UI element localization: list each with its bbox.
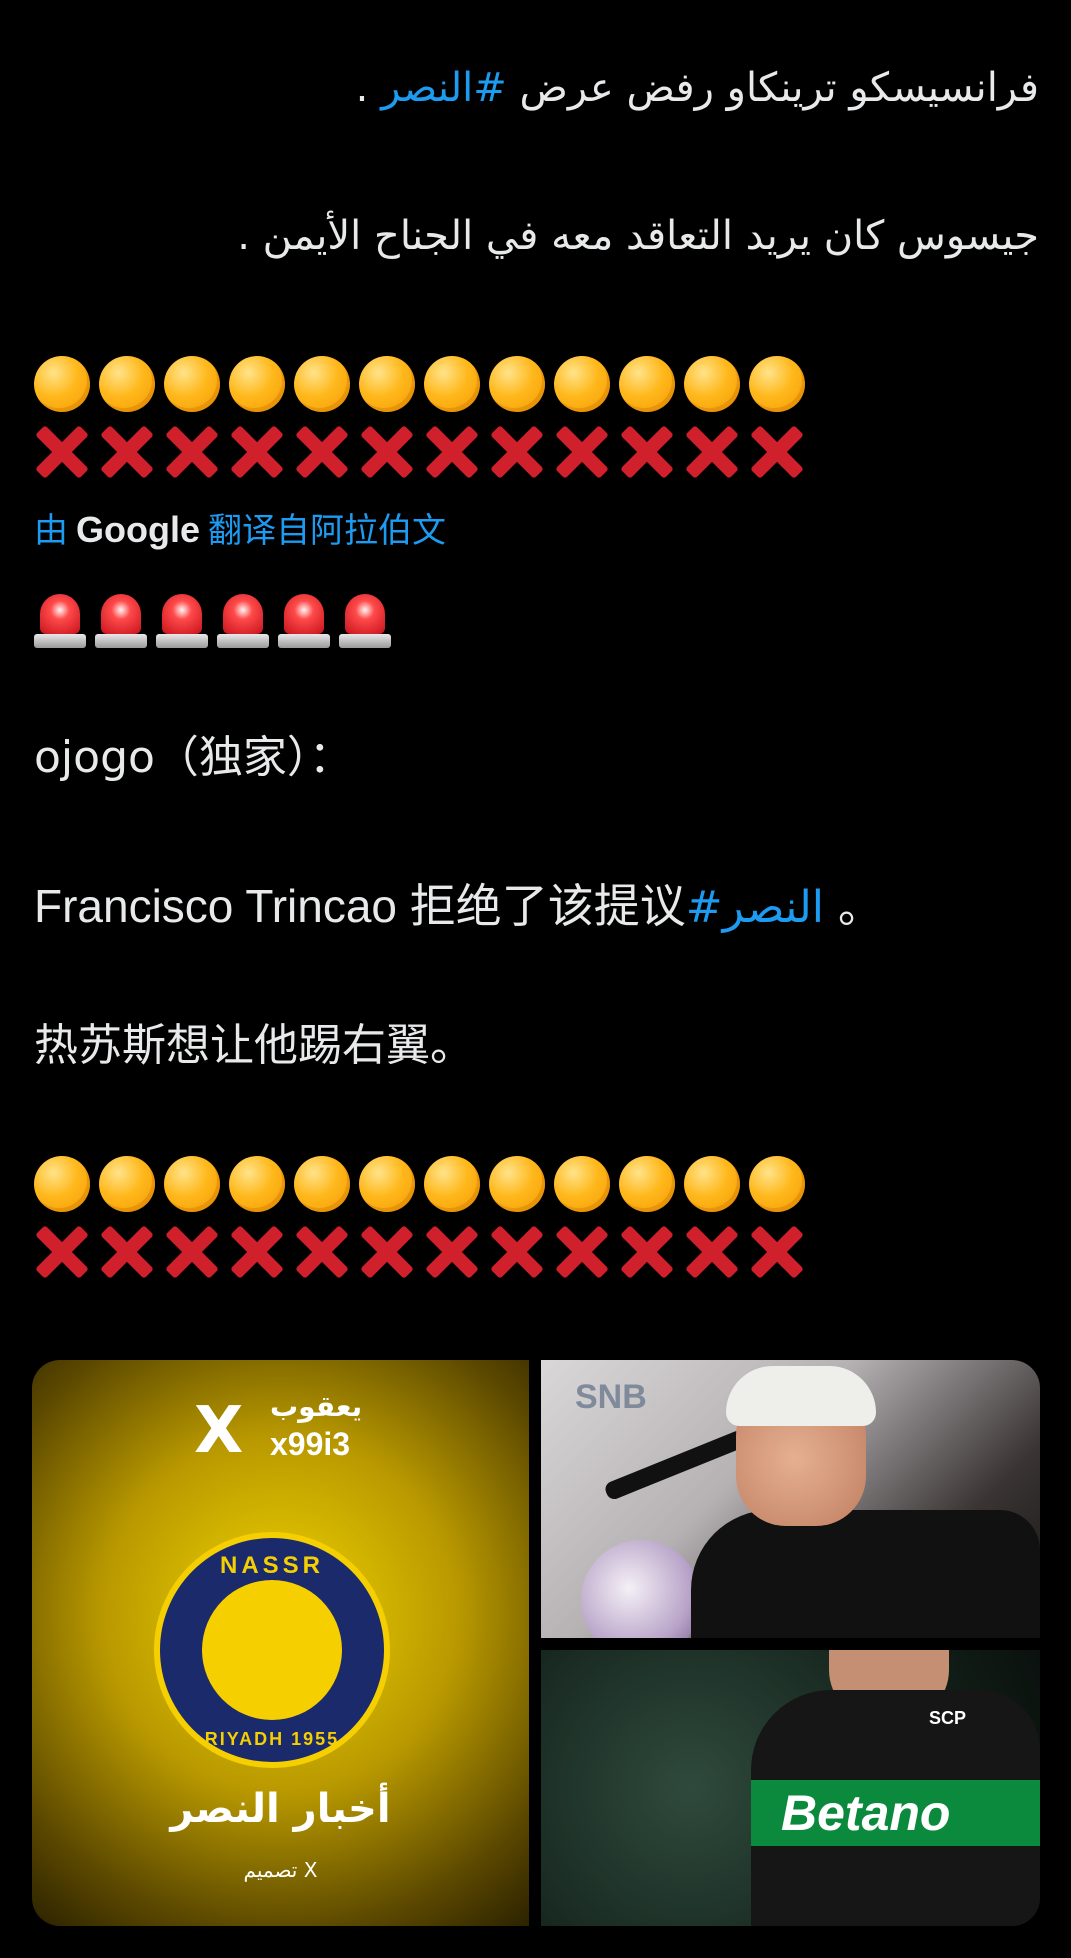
red-cross-icon — [424, 424, 480, 480]
brand-arabic-name: يعقوب — [270, 1390, 363, 1423]
translated-line2: 热苏斯想让他踢右翼。 — [34, 1020, 474, 1071]
translated-by-google-link[interactable]: 由 Google 翻译自阿拉伯文 — [34, 506, 446, 555]
red-cross-icon — [34, 1224, 90, 1280]
red-cross-icon — [359, 1224, 415, 1280]
orange-circle-icon — [749, 1156, 805, 1212]
red-cross-icon — [99, 1224, 155, 1280]
siren-icon — [156, 590, 208, 650]
al-nassr-crest: NASSR RIYADH 1955 — [154, 1532, 390, 1768]
orange-circle-icon — [489, 356, 545, 412]
red-cross-row-2 — [34, 1224, 805, 1280]
orange-circle-icon — [229, 356, 285, 412]
orange-circle-icon — [619, 1156, 675, 1212]
google-logo: Google — [76, 509, 200, 550]
orange-circle-icon — [424, 356, 480, 412]
orange-circle-icon — [489, 1156, 545, 1212]
media-image-player-jersey[interactable]: Betano SCP — [541, 1650, 1040, 1926]
siren-icon — [278, 590, 330, 650]
red-cross-icon — [684, 424, 740, 480]
graphic-headline: أخبار النصر — [170, 1786, 391, 1832]
microphone-shape — [603, 1428, 749, 1502]
red-cross-icon — [554, 1224, 610, 1280]
orange-circle-row — [34, 356, 805, 412]
orange-circle-icon — [164, 1156, 220, 1212]
orange-circle-icon — [34, 356, 90, 412]
media-image-al-nassr-graphic[interactable]: X يعقوب x99i3 NASSR RIYADH 1955 أخبار ال… — [32, 1360, 529, 1926]
club-badge-text: SCP — [929, 1708, 967, 1728]
orange-circle-icon — [619, 356, 675, 412]
crest-top-text: NASSR — [219, 1552, 324, 1579]
siren-icon — [95, 590, 147, 650]
sponsor-backdrop-text: SNB — [575, 1378, 647, 1416]
media-image-coach-press-conference[interactable]: SNB — [541, 1360, 1040, 1638]
orange-circle-icon — [359, 1156, 415, 1212]
orange-circle-icon — [229, 1156, 285, 1212]
siren-icon — [34, 590, 86, 650]
orange-circle-icon — [99, 356, 155, 412]
red-cross-icon — [684, 1224, 740, 1280]
red-cross-icon — [424, 1224, 480, 1280]
translated-hashtag-link[interactable]: #النصر — [686, 882, 824, 933]
translated-by-label: 由 — [34, 511, 68, 551]
orange-circle-icon — [554, 1156, 610, 1212]
red-cross-icon — [554, 424, 610, 480]
orange-circle-icon — [749, 356, 805, 412]
siren-row — [34, 590, 391, 650]
orange-circle-icon — [424, 1156, 480, 1212]
red-cross-icon — [619, 424, 675, 480]
orange-circle-icon — [684, 1156, 740, 1212]
translated-source-line: ojogo（独家）： — [34, 732, 353, 783]
tweet-arabic-line2: جيسوس كان يريد التعاقد معه في الجناح الأ… — [237, 213, 1039, 259]
design-credit: تصميم X — [243, 1858, 318, 1882]
red-cross-icon — [489, 1224, 545, 1280]
tweet-arabic-line1-text: فرانسيسكو ترينكاو رفض عرض — [519, 65, 1039, 111]
orange-circle-icon — [164, 356, 220, 412]
crest-bottom-text: RIYADH 1955 — [204, 1729, 340, 1749]
red-cross-icon — [229, 424, 285, 480]
coach-hair-shape — [726, 1366, 876, 1426]
red-cross-icon — [294, 1224, 350, 1280]
orange-circle-icon — [294, 1156, 350, 1212]
jersey-sponsor-text: Betano — [781, 1785, 951, 1841]
hashtag-link[interactable]: #النصر — [381, 65, 507, 111]
ball-shape — [581, 1540, 701, 1638]
red-cross-icon — [164, 424, 220, 480]
red-cross-icon — [749, 1224, 805, 1280]
tweet-arabic-line1: فرانسيسكو ترينكاو رفض عرض #النصر . — [356, 58, 1039, 118]
red-cross-icon — [294, 424, 350, 480]
orange-circle-icon — [294, 356, 350, 412]
red-cross-row — [34, 424, 805, 480]
red-cross-icon — [99, 424, 155, 480]
orange-circle-icon — [554, 356, 610, 412]
translated-line1-end: 。 — [824, 882, 883, 933]
red-cross-icon — [164, 1224, 220, 1280]
red-cross-icon — [619, 1224, 675, 1280]
x-logo-icon: X — [194, 1394, 244, 1468]
crest-emblem — [202, 1580, 342, 1720]
media-grid: X يعقوب x99i3 NASSR RIYADH 1955 أخبار ال… — [32, 1360, 1040, 1926]
tweet-arabic-line1-end: . — [355, 65, 369, 111]
coach-body-shape — [691, 1510, 1040, 1638]
brand-username: x99i3 — [270, 1426, 351, 1462]
orange-circle-icon — [34, 1156, 90, 1212]
siren-icon — [217, 590, 269, 650]
translated-line1-text: Francisco Trincao 拒绝了该提议 — [34, 880, 686, 932]
red-cross-icon — [359, 424, 415, 480]
red-cross-icon — [489, 424, 545, 480]
siren-icon — [339, 590, 391, 650]
translated-line1: Francisco Trincao 拒绝了该提议#النصر 。 — [34, 876, 882, 938]
orange-circle-icon — [684, 356, 740, 412]
red-cross-icon — [749, 424, 805, 480]
orange-circle-icon — [359, 356, 415, 412]
red-cross-icon — [229, 1224, 285, 1280]
orange-circle-icon — [99, 1156, 155, 1212]
orange-circle-row-2 — [34, 1156, 805, 1212]
translated-from-label: 翻译自阿拉伯文 — [208, 511, 446, 551]
red-cross-icon — [34, 424, 90, 480]
